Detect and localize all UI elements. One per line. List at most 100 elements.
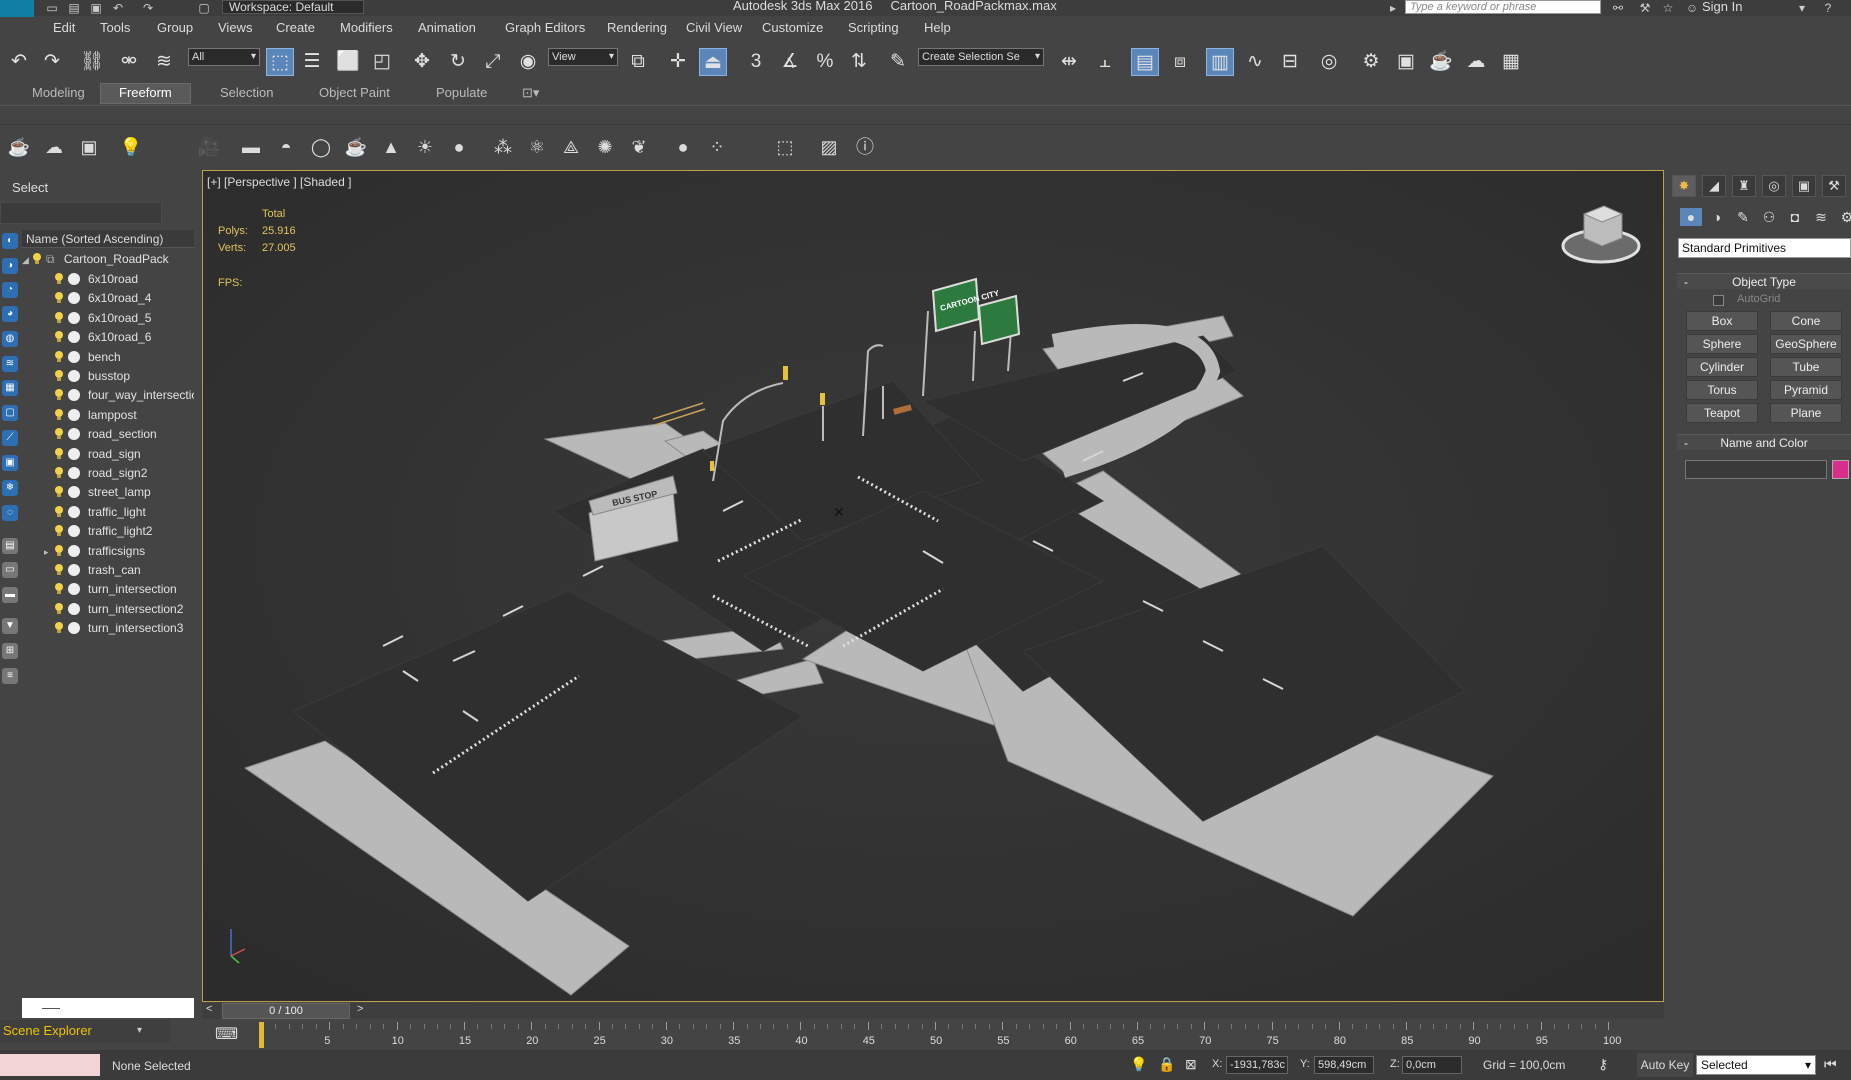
viewcube-icon[interactable] (1560, 200, 1642, 275)
plane-button[interactable]: Plane (1770, 403, 1842, 423)
tab-object-paint[interactable]: Object Paint (319, 85, 390, 100)
sky-light-icon[interactable]: ● (446, 134, 472, 160)
tree-item-row[interactable]: four_way_intersection (22, 386, 194, 405)
light-bulb-icon[interactable] (54, 486, 64, 498)
select-filter-groups-icon[interactable]: ▦ (2, 380, 18, 396)
a360-gallery-icon[interactable]: ▦ (1497, 48, 1525, 76)
light-bulb-icon[interactable] (54, 389, 64, 401)
mirror-icon[interactable]: ⇹ (1055, 48, 1083, 76)
cloud-toolbar-icon[interactable]: ☁ (41, 134, 67, 160)
toggle-ribbon-icon[interactable]: ⧈ (1166, 48, 1194, 76)
command-panel-toggle-icon[interactable]: ▨ (816, 134, 842, 160)
select-object-icon[interactable]: ⬚ (266, 48, 294, 76)
snaps-toggle-icon[interactable]: 3 (742, 48, 770, 76)
primitive-category-dropdown[interactable]: Standard Primitives (1678, 238, 1851, 258)
edit-named-selection-icon[interactable]: ✎ (884, 48, 912, 76)
layer-explorer-icon[interactable]: ▤ (1131, 48, 1159, 76)
scene-explorer-footer[interactable]: Scene Explorer ▾ (0, 1020, 170, 1042)
tree-item-row[interactable]: 6x10road_5 (22, 309, 194, 328)
scene-explorer-search-input[interactable] (0, 202, 162, 224)
hemisphere-icon[interactable]: ◓ (273, 134, 299, 160)
y-coordinate-field[interactable]: 598,49cm (1314, 1056, 1374, 1074)
select-menu-label[interactable]: Select (12, 180, 48, 195)
light-bulb-icon[interactable] (54, 622, 64, 634)
tree-item-row[interactable]: 6x10road_6 (22, 328, 194, 347)
spinner-snap-icon[interactable]: ⇅ (845, 48, 873, 76)
collapse-arrow-icon[interactable]: ◢ (22, 251, 32, 269)
geosphere-button[interactable]: GeoSphere (1770, 334, 1842, 354)
align-icon[interactable]: ⫠ (1091, 48, 1119, 76)
light-bulb-icon[interactable] (54, 331, 64, 343)
scene-explorer-toggle-icon[interactable]: ▥ (1206, 48, 1234, 76)
new-file-icon[interactable]: ▭ (44, 1, 60, 15)
select-manipulate-icon[interactable]: ✛ (664, 48, 692, 76)
tree-item-row[interactable]: traffic_light2 (22, 522, 194, 541)
menu-edit[interactable]: Edit (53, 20, 75, 35)
select-filter-hidden-icon[interactable]: ◌ (2, 505, 18, 521)
palette-icon[interactable]: ⁘ (704, 134, 730, 160)
autogrid-checkbox[interactable] (1713, 295, 1724, 306)
unlink-icon[interactable]: ⚮ (115, 48, 143, 76)
select-filter-bones-icon[interactable]: ⟋ (2, 430, 18, 446)
expand-arrow-icon[interactable]: ▸ (44, 543, 54, 561)
lights-category-icon[interactable]: ✎ (1732, 208, 1754, 226)
tree-item-row[interactable]: traffic_light (22, 503, 194, 522)
light-bulb-icon[interactable] (54, 525, 64, 537)
hierarchy-icon[interactable]: ⊞ (2, 643, 18, 659)
select-filter-cameras-icon[interactable]: ◕ (2, 306, 18, 322)
bone-icon[interactable]: ⟁ (558, 134, 584, 160)
pyramid-button[interactable]: Pyramid (1770, 380, 1842, 400)
key-filter-dropdown[interactable]: Selected (1696, 1055, 1816, 1075)
sign-in-dropdown-icon[interactable]: ▾ (1794, 1, 1810, 15)
search-input[interactable]: Type a keyword or phrase (1405, 0, 1601, 14)
utilities-tab-icon[interactable]: ⚒ (1822, 175, 1846, 197)
z-coordinate-field[interactable]: 0,0cm (1402, 1056, 1462, 1074)
next-frame-arrow-icon[interactable]: > (357, 1003, 363, 1015)
save-file-icon[interactable]: ▣ (88, 1, 104, 15)
menu-views[interactable]: Views (218, 20, 252, 35)
plane-primitive-icon[interactable]: ▬ (238, 134, 264, 160)
select-invert-icon[interactable]: ▬ (2, 587, 18, 603)
filter-funnel-icon[interactable]: ▼ (2, 618, 18, 634)
absolute-mode-icon[interactable]: ⊠ (1185, 1056, 1197, 1073)
render-frame-toolbar-icon[interactable]: ▣ (76, 134, 102, 160)
light-bulb-icon[interactable] (54, 583, 64, 595)
dynamics-icon[interactable]: ⚛ (524, 134, 550, 160)
select-none-icon[interactable]: ▭ (2, 562, 18, 578)
modify-tab-icon[interactable]: ◢ (1702, 175, 1726, 197)
cameras-category-icon[interactable]: ⚇ (1758, 208, 1780, 226)
tube-button[interactable]: Tube (1770, 357, 1842, 377)
binoculars-icon[interactable]: ⚯ (1610, 1, 1626, 15)
particle-icon[interactable]: ⁂ (490, 134, 516, 160)
light-bulb-icon[interactable] (54, 408, 64, 421)
sign-in-link[interactable]: Sign In (1702, 0, 1742, 14)
light-bulb-icon[interactable] (54, 273, 64, 285)
menu-graph-editors[interactable]: Graph Editors (505, 20, 585, 35)
name-and-color-rollout[interactable]: - Name and Color (1677, 434, 1851, 450)
menu-group[interactable]: Group (157, 20, 193, 35)
box-button[interactable]: Box (1686, 311, 1758, 331)
prev-frame-arrow-icon[interactable]: < (206, 1003, 212, 1015)
redo-quick-icon[interactable]: ↷ (140, 1, 156, 15)
menu-modifiers[interactable]: Modifiers (340, 20, 393, 35)
light-bulb-icon[interactable] (54, 505, 64, 518)
select-filter-shapes-icon[interactable]: ◑ (2, 258, 18, 274)
place-icon[interactable]: ◉ (514, 48, 542, 76)
render-setup-icon[interactable]: ⚙ (1357, 48, 1385, 76)
user-icon[interactable]: ☺ (1684, 1, 1700, 15)
render-region-icon[interactable]: ⬚ (772, 134, 798, 160)
light-bulb-icon[interactable] (54, 311, 64, 324)
time-tag-icon[interactable]: ⚷ (1598, 1056, 1608, 1073)
sphere-primitive-icon[interactable]: ◯ (308, 134, 334, 160)
track-bar[interactable] (262, 1020, 1664, 1050)
tab-selection[interactable]: Selection (220, 85, 273, 100)
material-sphere-icon[interactable]: ● (670, 134, 696, 160)
favorites-star-icon[interactable]: ☆ (1660, 1, 1676, 15)
move-icon[interactable]: ✥ (408, 48, 436, 76)
cone-button[interactable]: Cone (1770, 311, 1842, 331)
shapes-category-icon[interactable]: ◑ (1706, 208, 1728, 226)
select-filter-geometry-icon[interactable]: ◐ (2, 233, 18, 249)
teapot-toolbar-icon[interactable]: ☕ (6, 134, 32, 160)
tree-item-row[interactable]: road_section (22, 425, 194, 444)
light-bulb-icon[interactable] (54, 447, 64, 460)
